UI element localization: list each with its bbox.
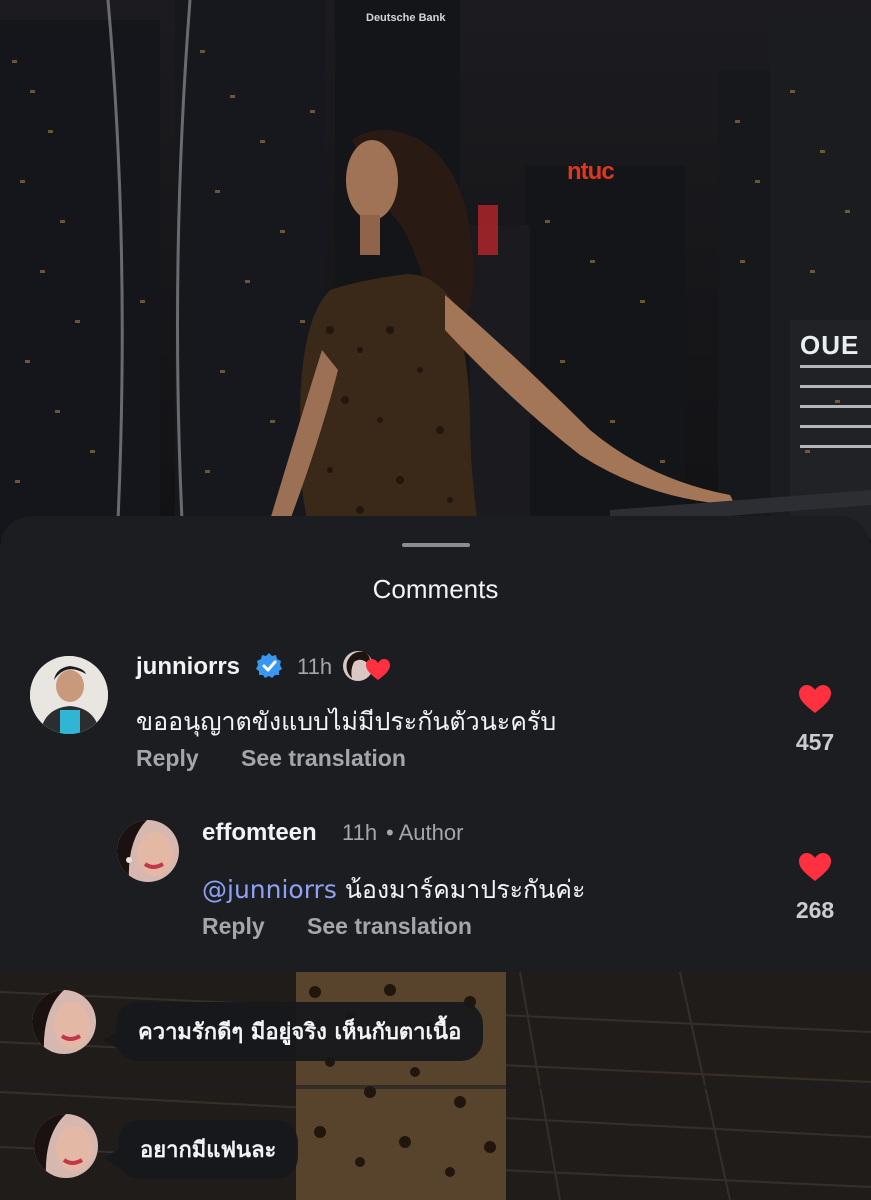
reply-button[interactable]: Reply [202, 913, 265, 940]
like-heart-icon[interactable] [798, 852, 832, 882]
comment-body: น้องมาร์คมาประกันค่ะ [336, 875, 586, 904]
mention-link[interactable]: @junniorrs [202, 875, 337, 904]
city-skyline [0, 0, 871, 540]
ntuc-sign: ntuc [567, 158, 615, 185]
like-count: 268 [795, 897, 835, 923]
liked-by-author-icon [342, 648, 390, 682]
deutsche-bank-sign: Deutsche Bank [366, 12, 446, 24]
comment-text: ขออนุญาตขังแบบไม่มีประกันตัวนะครับ [136, 707, 557, 736]
comment-username[interactable]: junniorrs [136, 653, 240, 681]
reply-button[interactable]: Reply [136, 745, 199, 772]
like-count: 457 [795, 729, 835, 755]
live-comment-bubble: ความรักดีๆ มีอยู่จริง เห็นกับตาเนื้อ [116, 1002, 484, 1061]
comment-username[interactable]: effomteen [202, 819, 317, 847]
sheet-title: Comments [372, 574, 499, 604]
avatar-image [32, 990, 96, 1054]
post-screen: ntuc OUE Deutsche Bank Comments junniorr… [0, 0, 871, 1200]
like-heart-icon[interactable] [798, 684, 832, 714]
live-comment-avatar[interactable] [34, 1114, 98, 1178]
author-tag: • Author [386, 820, 464, 845]
post-photo: ntuc OUE Deutsche Bank [0, 0, 871, 540]
comments-sheet: Comments junniorrs 11h ขออนุญาตขังแบบไม่… [0, 516, 871, 972]
live-comment-bubble: อยากมีแฟนละ [118, 1120, 299, 1179]
avatar[interactable] [30, 656, 108, 734]
avatar-image [30, 656, 108, 734]
comment-text: @junniorrs น้องมาร์คมาประกันค่ะ [202, 870, 585, 910]
comment-time: 11h [297, 654, 333, 679]
see-translation-button[interactable]: See translation [307, 913, 472, 940]
avatar-image [34, 1114, 98, 1178]
verified-badge-icon [256, 653, 282, 678]
comment-time: 11h [342, 820, 378, 845]
oue-sign: OUE [800, 330, 860, 360]
live-comment-avatar[interactable] [32, 990, 96, 1054]
see-translation-button[interactable]: See translation [241, 745, 406, 772]
avatar-image [117, 820, 179, 882]
live-video-area: ความรักดีๆ มีอยู่จริง เห็นกับตาเนื้อ อยา… [0, 972, 871, 1200]
sheet-drag-handle[interactable] [402, 543, 470, 547]
avatar[interactable] [117, 820, 179, 882]
